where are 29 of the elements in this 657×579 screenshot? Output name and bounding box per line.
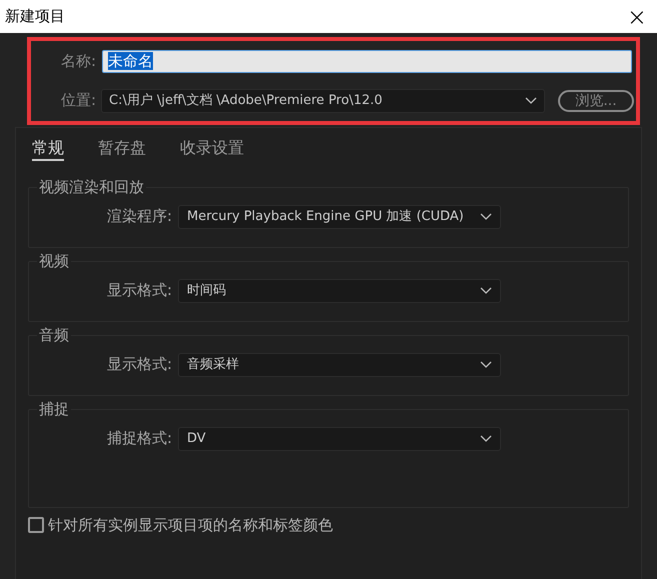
group-title: 视频渲染和回放: [38, 177, 145, 198]
field-label: 渲染程序:: [106, 206, 172, 228]
name-input-field[interactable]: 未命名: [102, 50, 632, 72]
window-title: 新建项目: [5, 6, 65, 28]
group-title: 视频: [38, 251, 70, 272]
chevron-down-icon: [480, 287, 492, 294]
field-label: 名称:: [60, 50, 97, 72]
group-title: 捕捉: [38, 399, 70, 420]
field-label: 显示格式:: [106, 354, 172, 376]
field-label: 捕捉格式:: [106, 428, 172, 450]
tab[interactable]: 收录设置: [180, 136, 244, 161]
dropdown[interactable]: 时间码: [178, 278, 501, 302]
chevron-down-icon: [480, 435, 492, 442]
dropdown[interactable]: DV: [178, 426, 501, 450]
location-dropdown[interactable]: C:\用户 \jeff\文档 \Adobe\Premiere Pro\12.0: [101, 88, 545, 112]
browse-button[interactable]: 浏览...: [558, 90, 634, 112]
chevron-down-icon: [525, 97, 537, 104]
dropdown[interactable]: 音频采样: [178, 352, 501, 376]
dropdown[interactable]: Mercury Playback Engine GPU 加速 (CUDA): [178, 204, 501, 228]
field-label: 位置:: [60, 90, 97, 112]
tab[interactable]: 暂存盘: [98, 136, 146, 161]
checkbox[interactable]: [28, 517, 44, 534]
tab[interactable]: 常规: [32, 136, 64, 161]
field-label: 显示格式:: [106, 280, 172, 302]
checkbox-label: 针对所有实例显示项目项的名称和标签颜色: [48, 515, 333, 536]
chevron-down-icon: [480, 361, 492, 368]
group-title: 音频: [38, 325, 70, 346]
chevron-down-icon: [480, 213, 492, 220]
close-button[interactable]: ×: [626, 4, 647, 28]
